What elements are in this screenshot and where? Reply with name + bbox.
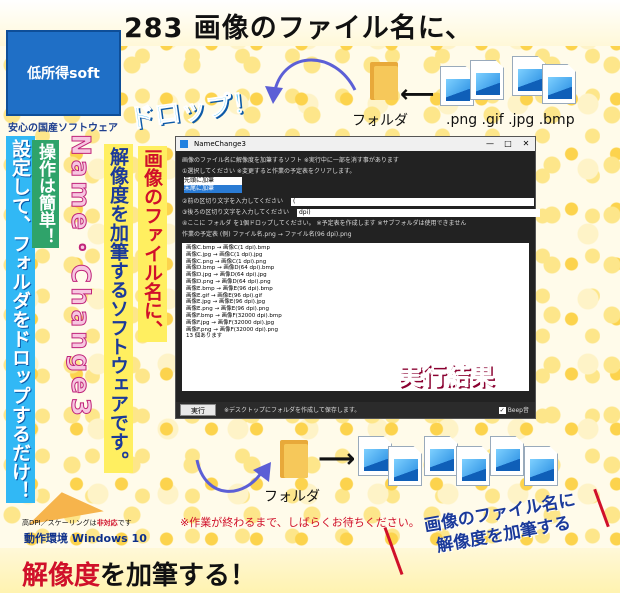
app-icon — [180, 140, 188, 148]
footer-headline-highlight: 解像度 — [22, 561, 101, 591]
vertical-description: 解像度を加筆するソフトウェアです。 — [104, 144, 133, 473]
window-title: NameChange3 — [194, 140, 246, 148]
list-item: 画像D.png → 画像D(64 dpi).png — [186, 278, 271, 285]
vertical-setup-text: 設定して、フォルダをドロップするだけ！ — [6, 136, 35, 503]
maximize-button[interactable]: □ — [499, 137, 517, 151]
result-label: 実行結果 — [398, 362, 495, 391]
dpi-note-prefix: 高DPI／スケーリングは — [22, 519, 97, 527]
folder-label: フォルダ — [264, 489, 320, 505]
window-description: 画像のファイル名に解像度を加筆するソフト ※実行中に一部を消す事があります — [182, 157, 399, 164]
step3-row: ③後ろの区切り文字を入力してください dpi) — [182, 207, 540, 218]
window-titlebar: NameChange3 — □ ✕ — [176, 137, 535, 151]
image-file-icon — [456, 446, 490, 486]
image-file-icon — [490, 436, 524, 476]
result-arrow-icon — [195, 459, 271, 493]
prefix-delimiter-input[interactable]: ( — [290, 197, 534, 206]
vertical-ops-text: 操作は簡単！ — [32, 140, 59, 248]
environment-text: 動作環境 Windows 10 — [24, 532, 147, 545]
arrow-left-icon: ⟵ — [400, 80, 435, 108]
step4-label: ④ここに フォルダ を1個ドロップしてください。 ※予定表を作成します ※サブフ… — [182, 220, 467, 227]
list-item: 画像F.jpg → 画像F(32000 dpi).jpg — [186, 319, 275, 326]
dpi-note-warning: 非対応 — [96, 519, 118, 527]
option-prefix[interactable]: 先頭に加筆 — [184, 177, 242, 185]
image-file-icon — [388, 446, 422, 486]
image-file-icon — [424, 436, 458, 476]
save-note: ※デスクトップにフォルダを作成して保存します。 — [224, 407, 361, 414]
option-suffix[interactable]: 末尾に加筆 — [184, 185, 242, 193]
list-item: 13 個あります — [186, 333, 223, 340]
folder-icon — [280, 440, 308, 478]
list-item: 画像F.bmp → 画像F(32000 dpi).bmp — [186, 312, 282, 319]
window-footer: 実行 ※デスクトップにフォルダを作成して保存します。 ✓ Beep音 — [176, 402, 535, 418]
minimize-button[interactable]: — — [481, 137, 499, 151]
beep-label: Beep音 — [507, 407, 529, 414]
logo-subtitle: 安心の国産ソフトウェア — [8, 123, 118, 134]
position-listbox[interactable]: 先頭に加筆 末尾に加筆 — [184, 177, 242, 193]
image-file-icon — [512, 56, 546, 96]
file-extensions: .png .gif .jpg .bmp — [446, 112, 575, 128]
dpi-note-suffix: です — [117, 519, 132, 527]
run-button[interactable]: 実行 — [180, 404, 216, 416]
close-button[interactable]: ✕ — [517, 137, 535, 151]
step3-label: ③後ろの区切り文字を入力してください — [182, 209, 290, 216]
list-item: 画像F.png → 画像F(32000 dpi).png — [186, 326, 279, 333]
step2-label: ②前の区切り文字を入力してください — [182, 198, 284, 205]
beep-checkbox[interactable]: ✓ Beep音 — [498, 405, 529, 414]
arrow-right-icon: ⟶ — [318, 444, 356, 474]
footer-headline: 解像度を加筆する！ — [22, 555, 256, 592]
logo: 低所得soft — [6, 30, 121, 116]
dpi-note: 高DPI／スケーリングは非対応です — [22, 518, 132, 528]
image-file-icon — [542, 64, 576, 104]
list-item: 画像C.bmp → 画像C(1 dpi).bmp — [186, 245, 271, 251]
vertical-app-name: Name・Change3 — [65, 133, 96, 421]
image-file-icon — [440, 66, 474, 106]
vertical-headline: 画像のファイル名に、 — [138, 146, 167, 342]
list-item: 画像D.jpg → 画像D(64 dpi).jpg — [186, 272, 267, 279]
image-file-icon — [524, 446, 558, 486]
page-title: 283 画像のファイル名に、 — [124, 13, 473, 44]
footer-headline-rest: を加筆する！ — [100, 561, 257, 591]
image-file-icon — [358, 436, 392, 476]
list-item: 画像C.jpg → 画像C(1 dpi).jpg — [186, 251, 263, 258]
suffix-delimiter-input[interactable]: dpi) — [296, 208, 540, 217]
schedule-header: 作業の予定表 (例) ファイル名.png → ファイル名(96 dpi).png — [182, 231, 352, 238]
image-file-icon — [470, 60, 504, 100]
step2-row: ②前の区切り文字を入力してください ( — [182, 196, 534, 207]
list-item: 画像E.png → 画像E(96 dpi).png — [186, 306, 270, 313]
step1-label: ①選択してください ※変更すると作業の予定表をクリアします。 — [182, 168, 356, 175]
folder-label: フォルダ — [352, 113, 408, 129]
folder-icon — [370, 62, 398, 100]
checkbox-checked-icon: ✓ — [498, 407, 506, 414]
drop-arrow-icon — [265, 58, 357, 104]
logo-text: 低所得soft — [27, 66, 100, 82]
list-item: 画像E.bmp → 画像E(96 dpi).bmp — [186, 285, 273, 292]
